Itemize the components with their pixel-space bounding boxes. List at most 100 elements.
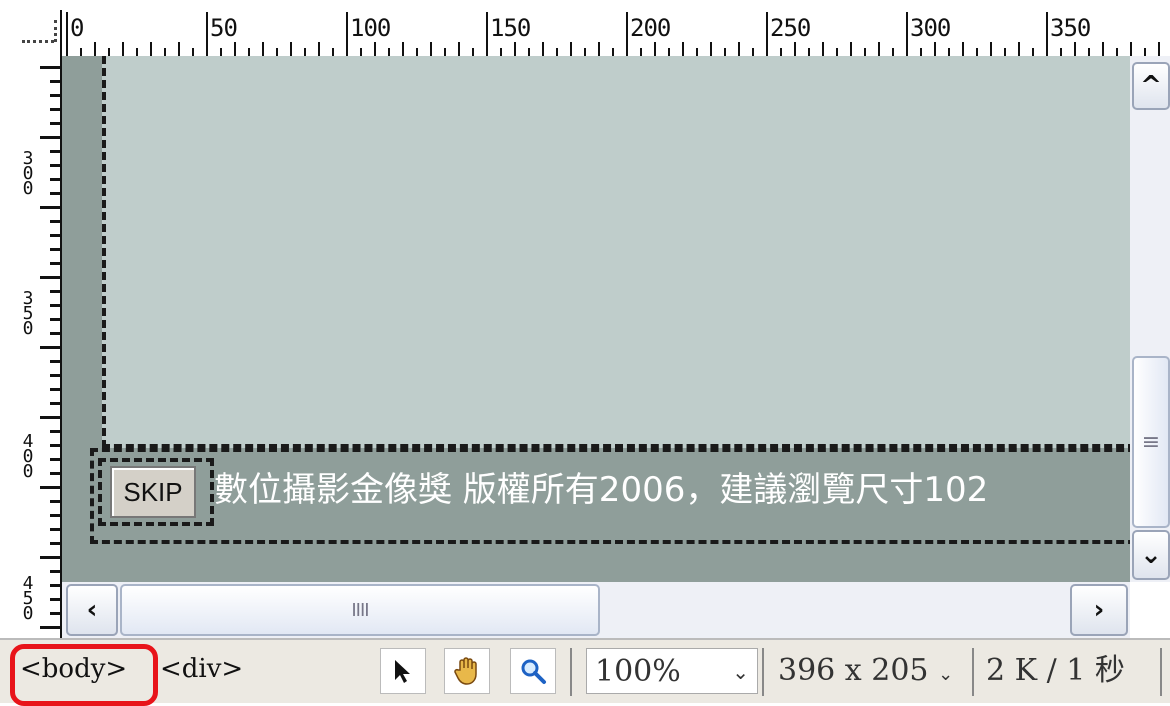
ruler-tick [50,290,60,293]
tag-selector-div[interactable]: <div> [160,654,243,684]
ruler-tick [40,486,60,489]
ruler-tick [50,402,60,405]
ruler-tick [1074,42,1076,56]
ruler-tick [80,48,82,56]
chevron-down-icon[interactable]: ⌄ [938,664,953,685]
ruler-tick [472,48,474,56]
vertical-scroll-thumb[interactable]: ≡ [1132,356,1170,528]
skip-button[interactable]: SKIP [110,466,196,518]
download-size-time: 2 K / 1 秒 [986,653,1125,688]
ruler-tick [50,528,60,531]
ruler-tick [1060,48,1062,56]
ruler-label: 450 [22,573,34,624]
vertical-ruler: 300 350 400 450 [16,56,63,638]
ruler-label: 300 [910,14,951,42]
chevron-right-icon[interactable]: › [1070,584,1128,636]
ruler-tick [710,42,712,56]
ruler-label: 0 [70,14,84,42]
ruler-label: 250 [770,14,811,42]
ruler-tick [136,48,138,56]
horizontal-scroll-thumb[interactable]: IIII [120,584,600,636]
ruler-tick [584,48,586,56]
ruler-label: 400 [22,431,34,482]
horizontal-scrollbar[interactable]: ‹ IIII › [62,582,1130,638]
status-separator [972,648,974,696]
ruler-tick [50,150,60,153]
zoom-magnifier-icon[interactable] [510,648,556,694]
ruler-tick [374,42,376,56]
ruler-tick [864,48,866,56]
ruler-tick [40,206,60,209]
content-div[interactable] [102,56,1130,448]
chevron-down-icon[interactable]: ⌄ [1132,530,1170,580]
window-size-select[interactable]: 396 x 205 ⌄ [770,648,970,694]
ruler-tick [206,12,208,56]
ruler-tick [178,42,180,56]
ruler-tick [40,66,60,69]
tag-selector-body[interactable]: <body> [20,654,127,684]
ruler-tick [612,48,614,56]
ruler-tick [304,48,306,56]
ruler-label: 100 [350,14,391,42]
ruler-tick [50,94,60,97]
ruler-tick [50,430,60,433]
ruler-tick [150,42,152,56]
ruler-tick [1130,42,1132,56]
ruler-tick [808,48,810,56]
ruler-tick [1088,48,1090,56]
ruler-tick [570,42,572,56]
ruler-tick [164,48,166,56]
ruler-label: 50 [210,14,238,42]
ruler-tick [50,234,60,237]
ruler-tick [50,80,60,83]
ruler-tick [50,514,60,517]
ruler-tick [752,48,754,56]
ruler-tick [248,48,250,56]
status-separator [570,648,572,696]
ruler-tick [360,48,362,56]
ruler-tick [50,472,60,475]
zoom-value: 100% [595,654,681,689]
chevron-left-icon[interactable]: ‹ [66,584,118,636]
ruler-tick [920,48,922,56]
ruler-tick [444,48,446,56]
ruler-tick [500,48,502,56]
ruler-tick [290,42,292,56]
chevron-down-icon[interactable]: ⌄ [732,649,749,695]
chevron-up-icon[interactable]: ^ [1132,62,1170,110]
ruler-tick [486,12,488,56]
ruler-tick [528,48,530,56]
ruler-origin[interactable] [16,10,63,60]
ruler-tick [1046,12,1048,56]
design-canvas[interactable]: SKIP 數位攝影金像獎 版權所有2006，建議瀏覽尺寸102 [62,56,1130,582]
ruler-tick [458,42,460,56]
ruler-tick [668,48,670,56]
ruler-tick [40,626,60,629]
status-bar: <body> <div> 100% ⌄ 396 x 205 ⌄ 2 K / 1 … [0,638,1170,706]
ruler-tick [40,136,60,139]
ruler-tick [50,192,60,195]
ruler-tick [50,612,60,615]
ruler-tick [50,374,60,377]
window-size-value: 396 x 205 [778,653,929,688]
ruler-tick [976,48,978,56]
zoom-select[interactable]: 100% ⌄ [586,648,758,694]
ruler-tick [50,178,60,181]
ruler-tick [934,42,936,56]
ruler-tick [50,262,60,265]
ruler-tick [318,42,320,56]
vertical-scrollbar[interactable]: ^ ≡ ⌄ [1130,56,1170,582]
ruler-tick [50,164,60,167]
pointer-arrow-icon[interactable] [380,648,426,694]
ruler-tick [626,12,628,56]
ruler-tick [50,542,60,545]
ruler-tick [40,346,60,349]
ruler-tick [1144,48,1146,56]
ruler-tick [40,416,60,419]
ruler-tick [50,570,60,573]
ruler-tick [836,48,838,56]
ruler-tick [794,42,796,56]
hand-icon[interactable] [444,648,490,694]
ruler-tick [108,48,110,56]
ruler-tick [50,360,60,363]
